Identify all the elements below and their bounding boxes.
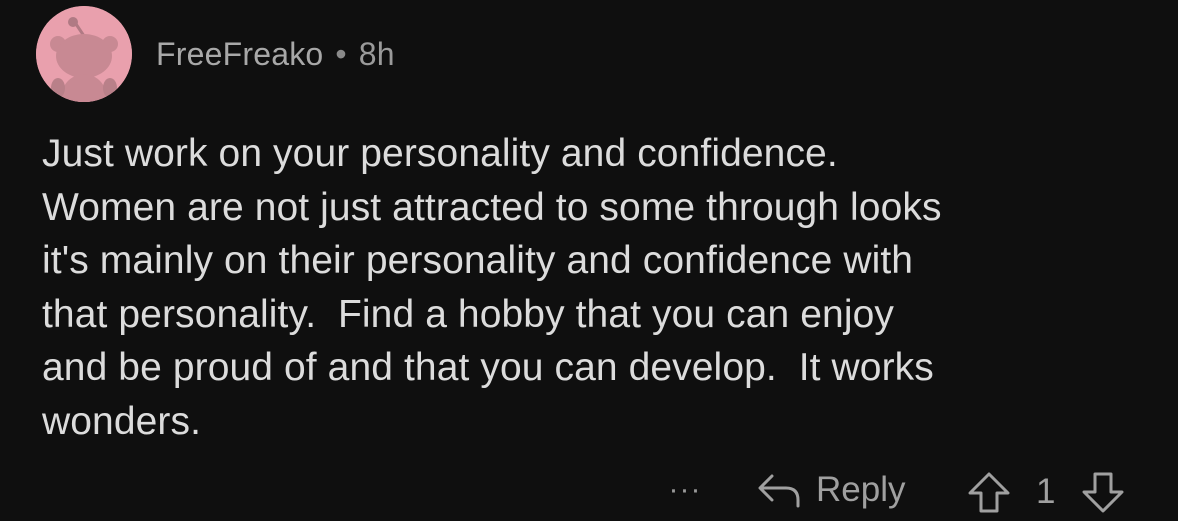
comment-actions: ··· Reply 1 <box>0 462 1178 518</box>
comment-meta: FreeFreako • 8h <box>156 36 395 73</box>
reply-label: Reply <box>816 470 906 509</box>
comment-body: Just work on your personality and confid… <box>42 132 942 443</box>
snoo-avatar-icon <box>36 6 132 102</box>
reply-arrow-icon <box>758 474 800 508</box>
author-username[interactable]: FreeFreako <box>156 36 323 73</box>
downvote-button[interactable] <box>1080 470 1126 514</box>
comment-header: FreeFreako • 8h <box>36 6 395 102</box>
upvote-button[interactable] <box>966 470 1012 514</box>
downvote-arrow-icon <box>1082 472 1124 513</box>
avatar[interactable] <box>36 6 132 102</box>
reply-button[interactable]: Reply <box>756 466 905 514</box>
comment-card: FreeFreako • 8h Just work on your person… <box>0 0 1178 521</box>
meta-separator: • <box>335 35 347 72</box>
comment-timestamp: 8h <box>358 35 395 72</box>
upvote-arrow-icon <box>968 472 1010 513</box>
more-options-button[interactable]: ··· <box>662 470 708 510</box>
vote-count: 1 <box>1036 472 1056 511</box>
more-options-icon: ··· <box>668 473 702 506</box>
